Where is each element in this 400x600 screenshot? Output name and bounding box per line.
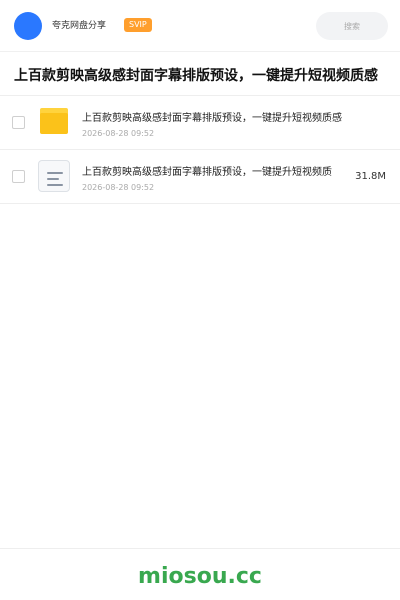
- vip-badge: SVIP: [124, 18, 152, 32]
- file-row[interactable]: 上百款剪映高级感封面字幕排版预设，一键提升短视频质感 2026-08-28 09…: [0, 96, 400, 150]
- file-size: 31.8M: [355, 171, 386, 182]
- checkbox[interactable]: [12, 170, 25, 183]
- divider: [0, 548, 400, 549]
- folder-icon: [40, 108, 68, 134]
- file-list: 上百款剪映高级感封面字幕排版预设，一键提升短视频质感 2026-08-28 09…: [0, 96, 400, 204]
- share-header: 夸克网盘分享 SVIP: [0, 0, 400, 52]
- file-row[interactable]: 上百款剪映高级感封面字幕排版预设，一键提升短视频质 2026-08-28 09:…: [0, 150, 400, 204]
- search-box[interactable]: [316, 12, 388, 40]
- file-date: 2026-08-28 09:52: [82, 129, 155, 138]
- file-name[interactable]: 上百款剪映高级感封面字幕排版预设，一键提升短视频质感: [82, 112, 342, 125]
- file-date: 2026-08-28 09:52: [82, 183, 155, 192]
- share-title: 上百款剪映高级感封面字幕排版预设，一键提升短视频质感: [14, 68, 378, 84]
- footer-brand[interactable]: miosou.cc: [0, 562, 400, 592]
- document-icon: [38, 160, 70, 192]
- checkbox[interactable]: [12, 116, 25, 129]
- owner-name[interactable]: 夸克网盘分享: [52, 20, 106, 32]
- file-name[interactable]: 上百款剪映高级感封面字幕排版预设，一键提升短视频质: [82, 166, 332, 179]
- search-input[interactable]: [316, 12, 388, 40]
- avatar[interactable]: [14, 12, 42, 40]
